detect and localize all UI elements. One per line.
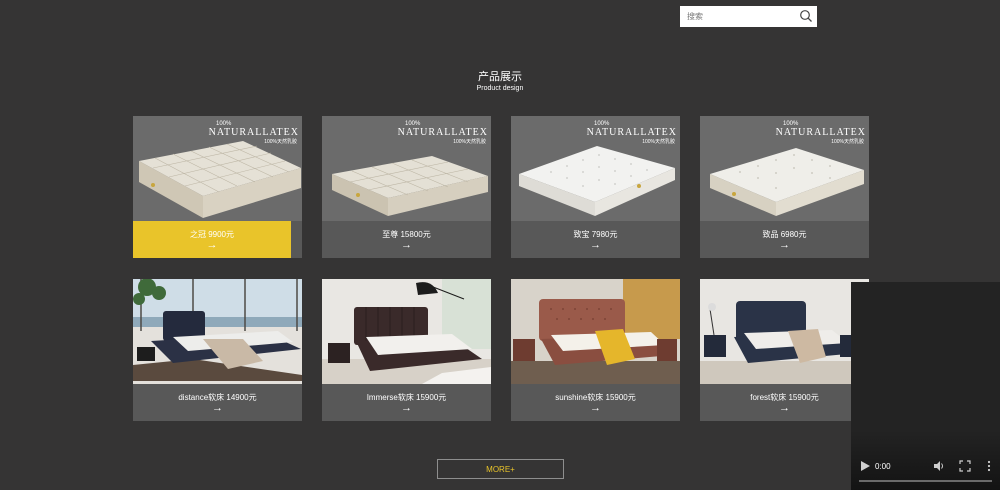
arrow-right-icon[interactable]: →: [700, 239, 869, 251]
product-card-mattress[interactable]: 100% NATURALLATEX 100%天然乳胶 致品 6980元 →: [700, 116, 869, 258]
bed-illustration: [511, 279, 680, 384]
product-caption[interactable]: Immerse软床 15900元 →: [322, 384, 491, 421]
bed-image: [511, 279, 680, 384]
arrow-right-icon[interactable]: →: [700, 402, 869, 414]
more-button[interactable]: MORE+: [437, 459, 564, 479]
bed-illustration: [700, 279, 869, 384]
brand-subtitle: 100%天然乳胶: [831, 139, 864, 145]
product-card-mattress[interactable]: 100% NATURALLATEX 100%天然乳胶 之冠 9900元 →: [133, 116, 302, 258]
bed-image: [133, 279, 302, 384]
arrow-right-icon[interactable]: →: [322, 402, 491, 414]
brand-name: NATURALLATEX: [586, 127, 677, 138]
product-caption[interactable]: sunshine软床 15900元 →: [511, 384, 680, 421]
arrow-right-icon[interactable]: →: [511, 239, 680, 251]
product-card-bed[interactable]: Immerse软床 15900元 →: [322, 279, 491, 421]
brand-name: NATURALLATEX: [208, 127, 299, 138]
search-input[interactable]: [680, 6, 805, 27]
mattress-image: 100% NATURALLATEX 100%天然乳胶: [511, 116, 680, 221]
bed-image: [700, 279, 869, 384]
mattress-image: 100% NATURALLATEX 100%天然乳胶: [133, 116, 302, 221]
product-caption[interactable]: 致品 6980元 →: [700, 221, 869, 258]
arrow-right-icon[interactable]: →: [133, 239, 291, 251]
search-icon[interactable]: [799, 9, 813, 23]
mattress-image: 100% NATURALLATEX 100%天然乳胶: [322, 116, 491, 221]
bed-illustration: [322, 279, 491, 384]
product-card-mattress[interactable]: 100% NATURALLATEX 100%天然乳胶 致宝 7980元 →: [511, 116, 680, 258]
product-caption[interactable]: forest软床 15900元 →: [700, 384, 869, 421]
bed-illustration: [133, 279, 302, 384]
product-caption[interactable]: 至尊 15800元 →: [322, 221, 491, 258]
product-card-bed[interactable]: sunshine软床 15900元 →: [511, 279, 680, 421]
brand-subtitle: 100%天然乳胶: [264, 139, 297, 145]
video-time: 0:00: [875, 462, 891, 471]
arrow-right-icon[interactable]: →: [133, 402, 302, 414]
brand-name: NATURALLATEX: [775, 127, 866, 138]
section-title: 产品展示: [478, 71, 522, 83]
play-icon[interactable]: [859, 460, 871, 472]
bed-image: [322, 279, 491, 384]
brand-subtitle: 100%天然乳胶: [642, 139, 675, 145]
search-box[interactable]: [680, 6, 817, 27]
volume-icon[interactable]: [933, 460, 945, 472]
video-progress-bar[interactable]: [859, 480, 992, 482]
more-options-icon[interactable]: [983, 460, 995, 472]
brand-subtitle: 100%天然乳胶: [453, 139, 486, 145]
product-caption[interactable]: distance软床 14900元 →: [133, 384, 302, 421]
product-card-bed[interactable]: forest软床 15900元 →: [700, 279, 869, 421]
mattress-image: 100% NATURALLATEX 100%天然乳胶: [700, 116, 869, 221]
video-player[interactable]: 0:00: [851, 282, 1000, 490]
arrow-right-icon[interactable]: →: [511, 402, 680, 414]
product-caption[interactable]: 致宝 7980元 →: [511, 221, 680, 258]
product-card-bed[interactable]: distance软床 14900元 →: [133, 279, 302, 421]
product-caption[interactable]: 之冠 9900元 →: [133, 221, 291, 258]
brand-name: NATURALLATEX: [397, 127, 488, 138]
product-card-mattress[interactable]: 100% NATURALLATEX 100%天然乳胶 至尊 15800元 →: [322, 116, 491, 258]
fullscreen-icon[interactable]: [959, 460, 971, 472]
arrow-right-icon[interactable]: →: [322, 239, 491, 251]
section-subtitle: Product design: [476, 85, 524, 92]
